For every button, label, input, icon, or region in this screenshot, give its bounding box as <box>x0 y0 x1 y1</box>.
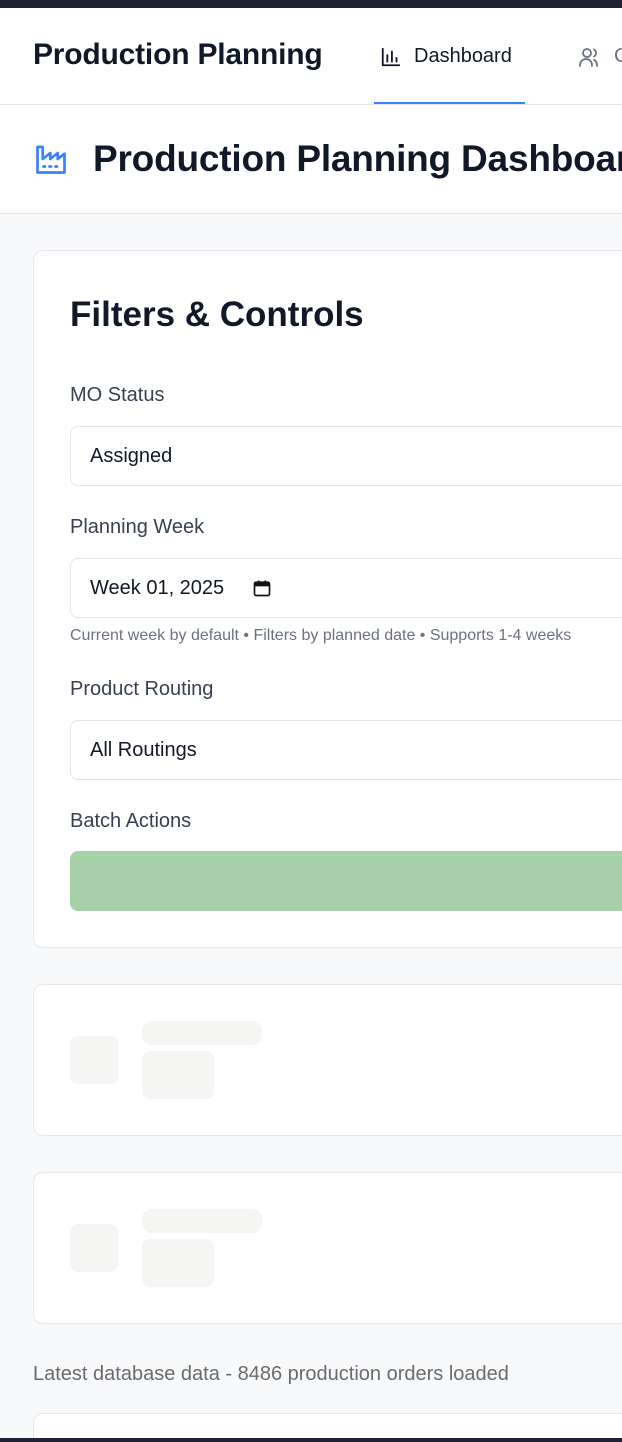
batch-action-button[interactable] <box>70 851 622 911</box>
skeleton-value <box>142 1239 214 1287</box>
tab-users[interactable]: C <box>578 8 622 104</box>
top-navbar: Production Planning Dashboard C <box>0 8 622 105</box>
bar-chart-icon <box>381 47 401 66</box>
skeleton-label <box>142 1021 262 1045</box>
planning-week-value: Week 01, 2025 <box>90 576 225 599</box>
bottom-window-bar <box>0 1438 622 1442</box>
mo-status-label: MO Status <box>70 384 165 406</box>
factory-icon <box>36 145 66 174</box>
app-brand: Production Planning <box>33 38 323 71</box>
product-routing-select[interactable]: All Routings <box>70 720 622 780</box>
tab-users-label: C <box>614 45 622 68</box>
tab-dashboard-label: Dashboard <box>414 45 512 67</box>
skeleton-label <box>142 1209 262 1233</box>
top-window-bar <box>0 0 622 8</box>
data-status-text: Latest database data - 8486 production o… <box>33 1363 509 1385</box>
loading-card-1 <box>33 984 622 1136</box>
mo-status-value: Assigned <box>90 444 173 467</box>
tab-dashboard[interactable]: Dashboard <box>374 8 525 104</box>
product-routing-value: All Routings <box>90 738 197 761</box>
batch-actions-label: Batch Actions <box>70 810 192 832</box>
planning-week-input[interactable]: Week 01, 2025 <box>70 558 622 618</box>
skeleton-value <box>142 1051 214 1099</box>
page-header: Production Planning Dashboard <box>0 105 622 214</box>
product-routing-label: Product Routing <box>70 678 214 700</box>
skeleton-icon <box>70 1224 118 1272</box>
users-icon <box>579 47 598 67</box>
filters-card: Filters & Controls MO Status Assigned Pl… <box>33 250 622 948</box>
calendar-icon[interactable] <box>252 578 272 598</box>
page-title: Production Planning Dashboard <box>93 138 622 179</box>
loading-card-2 <box>33 1172 622 1324</box>
mo-status-select[interactable]: Assigned <box>70 426 622 486</box>
planning-week-label: Planning Week <box>70 516 205 538</box>
filters-title: Filters & Controls <box>70 295 364 334</box>
skeleton-icon <box>70 1036 118 1084</box>
planning-week-hint: Current week by default • Filters by pla… <box>70 627 572 644</box>
